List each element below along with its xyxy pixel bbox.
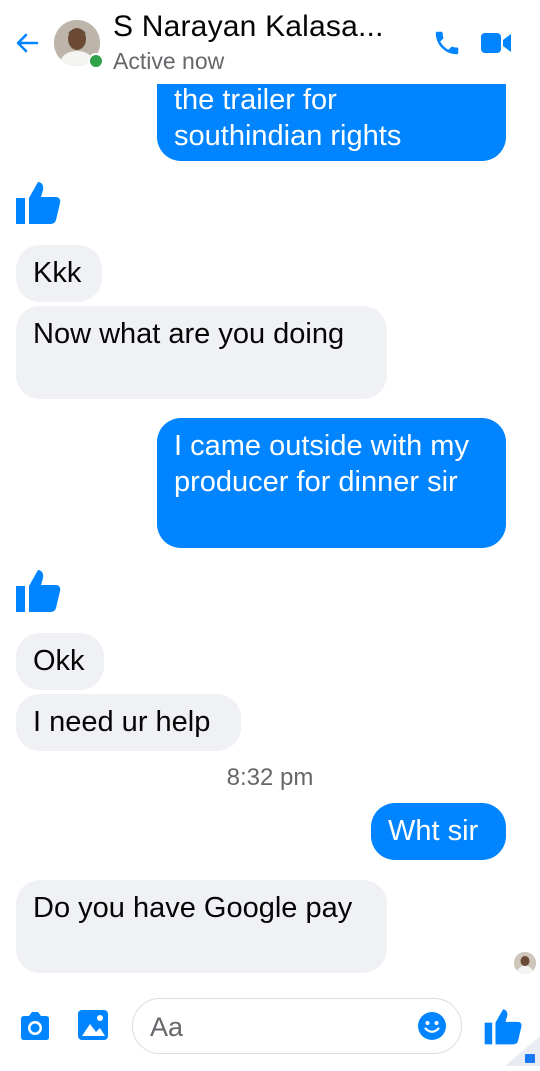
video-camera-icon[interactable] — [480, 30, 512, 56]
thumbs-up-icon[interactable] — [14, 566, 62, 614]
outgoing-message-bubble[interactable]: Wht sir — [371, 803, 506, 860]
phone-icon[interactable] — [432, 28, 462, 58]
message-timestamp: 8:32 pm — [226, 764, 314, 791]
incoming-message-bubble[interactable]: Kkk — [16, 245, 102, 302]
resize-handle-icon — [505, 1036, 540, 1066]
emoji-icon[interactable] — [417, 1011, 447, 1041]
incoming-message-bubble[interactable]: I need ur help — [16, 694, 241, 751]
thumbs-up-icon[interactable] — [14, 178, 62, 226]
message-input[interactable]: Aa — [132, 998, 462, 1054]
back-arrow-icon[interactable] — [12, 28, 42, 58]
incoming-message-bubble[interactable]: Okk — [16, 633, 104, 690]
incoming-message-bubble[interactable]: Do you have Google pay — [16, 880, 387, 973]
seen-by-avatar — [514, 952, 536, 974]
outgoing-message-bubble[interactable]: I came outside with my producer for dinn… — [157, 418, 506, 548]
active-status-text: Active now — [113, 48, 225, 74]
contact-name[interactable]: S Narayan Kalasa... — [113, 10, 384, 44]
active-status-dot — [88, 53, 104, 69]
gallery-icon[interactable] — [76, 1008, 110, 1042]
incoming-message-bubble[interactable]: Now what are you doing — [16, 306, 387, 399]
camera-icon[interactable] — [18, 1010, 52, 1042]
message-input-placeholder: Aa — [150, 1012, 184, 1042]
conversation-header: S Narayan Kalasa... Active now — [0, 0, 540, 84]
outgoing-message-bubble[interactable]: the trailer for southindian rights — [157, 78, 506, 161]
